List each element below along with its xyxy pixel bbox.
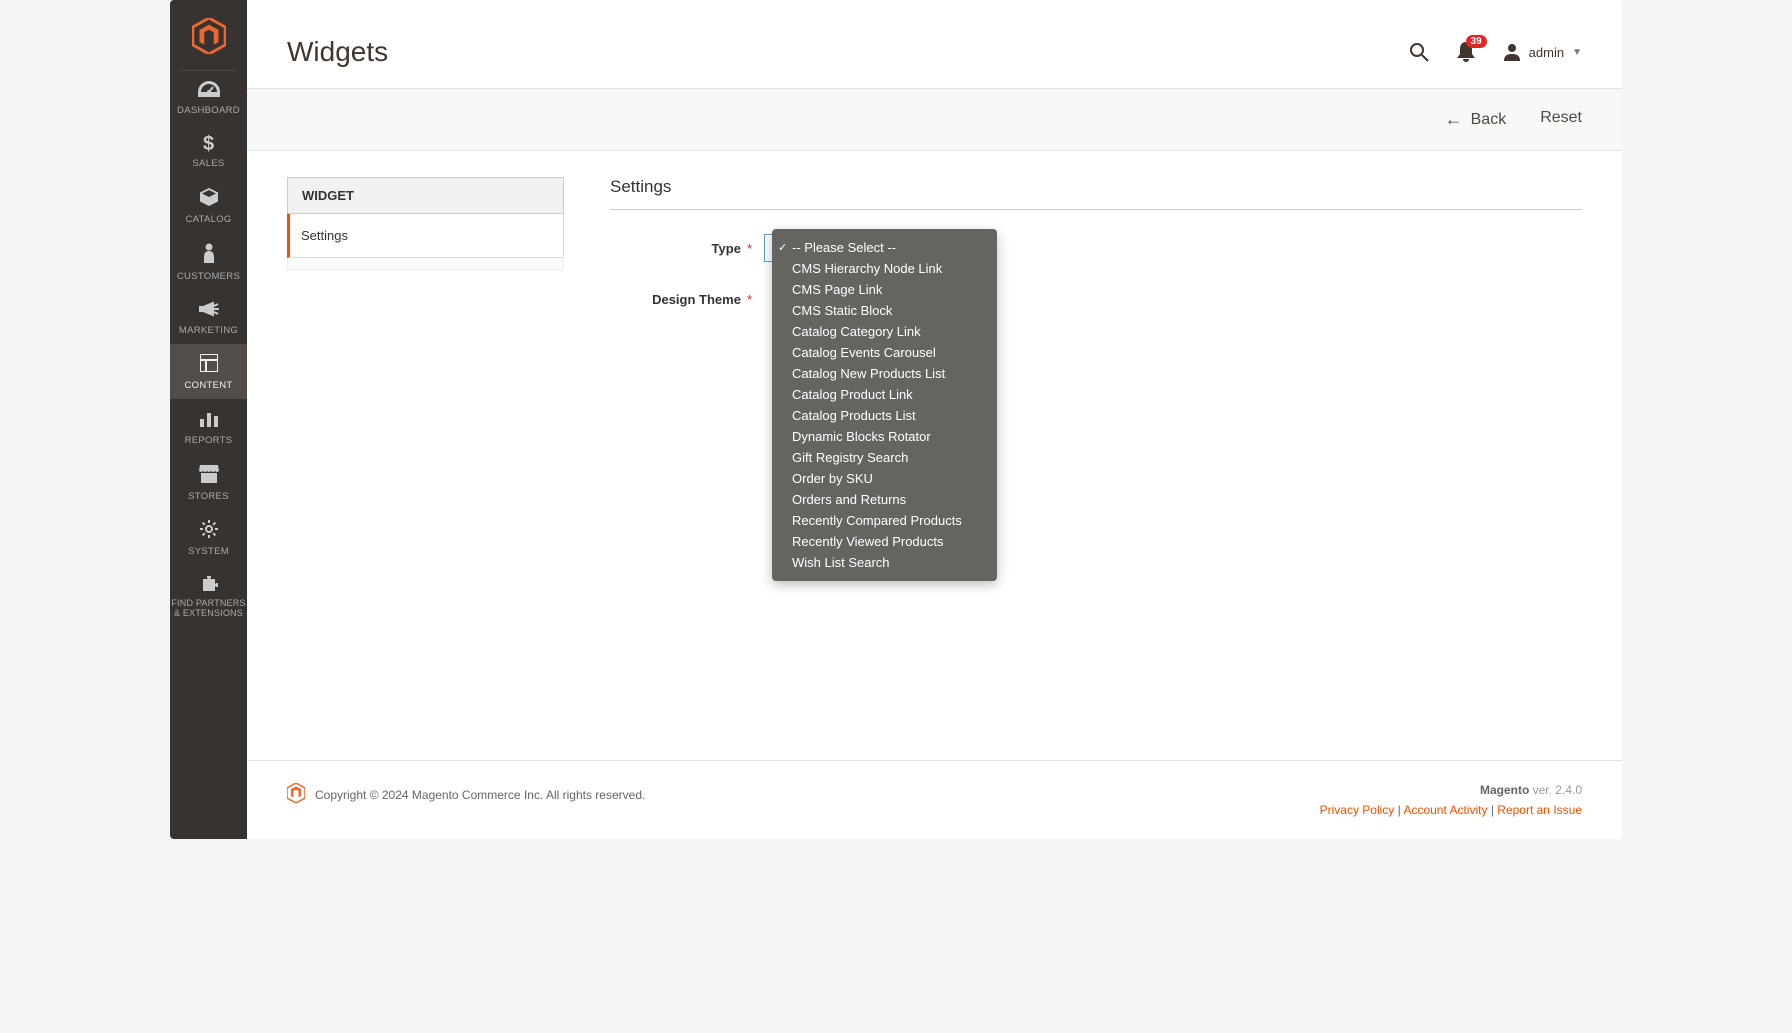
nav-catalog[interactable]: CATALOG — [170, 178, 247, 233]
type-option[interactable]: Catalog New Products List — [772, 363, 997, 384]
gear-icon — [170, 520, 247, 542]
type-option[interactable]: Recently Viewed Products — [772, 531, 997, 552]
label-text: Design Theme — [652, 292, 741, 307]
nav-reports[interactable]: REPORTS — [170, 399, 247, 454]
nav-stores[interactable]: STORES — [170, 455, 247, 510]
nav-label: SYSTEM — [170, 546, 247, 557]
caret-down-icon: ▼ — [1572, 47, 1582, 58]
nav-label: & EXTENSIONS — [170, 608, 247, 619]
nav-label: FIND PARTNERS — [170, 598, 247, 609]
brand: Magento — [1480, 783, 1529, 797]
label-type: Type * — [610, 241, 752, 256]
form-area: Settings Type * Design Theme * -- Please S… — [610, 177, 1582, 760]
nav-label: DASHBOARD — [170, 105, 247, 116]
dollar-icon: $ — [170, 134, 247, 154]
reset-button[interactable]: Reset — [1540, 109, 1582, 130]
type-dropdown[interactable]: -- Please Select --CMS Hierarchy Node Li… — [772, 229, 997, 581]
back-button[interactable]: ← Back — [1445, 109, 1507, 130]
tab-settings[interactable]: Settings — [287, 214, 564, 258]
layout-icon — [170, 354, 247, 376]
type-option[interactable]: Catalog Products List — [772, 405, 997, 426]
footer: Copyright © 2024 Magento Commerce Inc. A… — [247, 760, 1622, 839]
search-icon[interactable] — [1409, 42, 1429, 62]
person-icon — [170, 243, 247, 267]
admin-sidebar: DASHBOARD $ SALES CATALOG CUSTOMERS MARK… — [170, 0, 247, 839]
footer-right: Magento ver. 2.4.0 Privacy Policy | Acco… — [1320, 783, 1582, 817]
magento-logo-icon — [287, 783, 305, 806]
type-option[interactable]: -- Please Select -- — [772, 237, 997, 258]
nav-customers[interactable]: CUSTOMERS — [170, 233, 247, 290]
type-option[interactable]: Gift Registry Search — [772, 447, 997, 468]
copyright: Copyright © 2024 Magento Commerce Inc. A… — [315, 788, 645, 802]
privacy-link[interactable]: Privacy Policy — [1320, 803, 1395, 817]
user-icon — [1503, 43, 1521, 61]
nav-label: SALES — [170, 158, 247, 169]
version: ver. 2.4.0 — [1529, 783, 1582, 797]
box-icon — [170, 188, 247, 210]
nav-content[interactable]: CONTENT — [170, 344, 247, 399]
label-text: Type — [712, 241, 741, 256]
type-option[interactable]: Dynamic Blocks Rotator — [772, 426, 997, 447]
nav-marketing[interactable]: MARKETING — [170, 291, 247, 344]
row-type: Type * — [610, 234, 1582, 262]
section-title: Settings — [610, 177, 1582, 210]
page-title: Widgets — [287, 36, 388, 68]
nav-sales[interactable]: $ SALES — [170, 124, 247, 177]
back-label: Back — [1471, 111, 1507, 129]
arrow-left-icon: ← — [1445, 109, 1463, 130]
activity-link[interactable]: Account Activity — [1403, 803, 1487, 817]
store-icon — [170, 465, 247, 487]
nav-label: REPORTS — [170, 435, 247, 446]
type-option[interactable]: CMS Hierarchy Node Link — [772, 258, 997, 279]
nav-label: CATALOG — [170, 214, 247, 225]
bars-icon — [170, 409, 247, 431]
nav-label: CONTENT — [170, 380, 247, 391]
main-content: Widgets 39 admin ▼ ← Back Reset — [247, 0, 1622, 839]
nav-system[interactable]: SYSTEM — [170, 510, 247, 565]
type-option[interactable]: Catalog Product Link — [772, 384, 997, 405]
nav-partners[interactable]: FIND PARTNERS & EXTENSIONS — [170, 566, 247, 628]
required-star: * — [747, 292, 752, 307]
footer-left: Copyright © 2024 Magento Commerce Inc. A… — [287, 783, 645, 806]
nav-label: CUSTOMERS — [170, 271, 247, 282]
logo[interactable] — [181, 0, 236, 71]
type-option[interactable]: Catalog Events Carousel — [772, 342, 997, 363]
dashboard-icon — [170, 81, 247, 101]
panel-header: WIDGET — [287, 177, 564, 214]
type-option[interactable]: Orders and Returns — [772, 489, 997, 510]
type-option[interactable]: CMS Static Block — [772, 300, 997, 321]
type-option[interactable]: Recently Compared Products — [772, 510, 997, 531]
main-area: WIDGET Settings Settings Type * Design Th… — [247, 151, 1622, 760]
nav-label: STORES — [170, 491, 247, 502]
widget-tabs: WIDGET Settings — [287, 177, 564, 760]
top-actions: 39 admin ▼ — [1409, 42, 1582, 62]
row-design-theme: Design Theme * — [610, 292, 1582, 307]
notifications-button[interactable]: 39 — [1457, 42, 1475, 62]
nav-label: MARKETING — [170, 325, 247, 336]
type-option[interactable]: Wish List Search — [772, 552, 997, 573]
report-link[interactable]: Report an Issue — [1497, 803, 1582, 817]
topbar: Widgets 39 admin ▼ — [247, 0, 1622, 88]
user-menu[interactable]: admin ▼ — [1503, 43, 1582, 61]
puzzle-icon — [170, 576, 247, 598]
panel-spacer — [287, 258, 564, 270]
type-option[interactable]: Catalog Category Link — [772, 321, 997, 342]
action-strip: ← Back Reset — [247, 88, 1622, 151]
label-design-theme: Design Theme * — [610, 292, 752, 307]
required-star: * — [747, 241, 752, 256]
megaphone-icon — [170, 301, 247, 321]
type-option[interactable]: Order by SKU — [772, 468, 997, 489]
notification-badge: 39 — [1466, 35, 1487, 48]
nav-dashboard[interactable]: DASHBOARD — [170, 71, 247, 124]
type-option[interactable]: CMS Page Link — [772, 279, 997, 300]
user-name: admin — [1529, 45, 1564, 60]
